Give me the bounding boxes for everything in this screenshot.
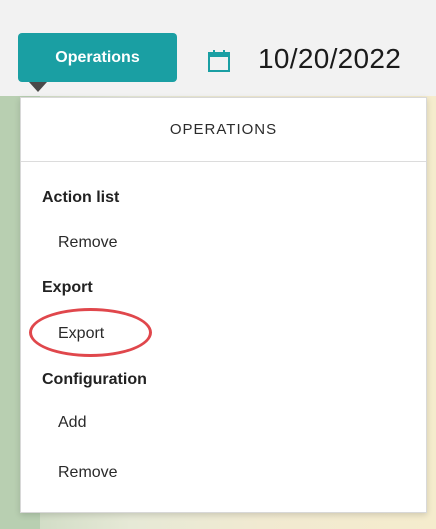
section-export-title: Export [42,279,93,296]
calendar-icon[interactable] [207,49,231,73]
configuration-add-item[interactable]: Add [58,414,86,432]
date-display[interactable]: 10/20/2022 [258,43,401,75]
dropdown-header: OPERATIONS [21,98,426,162]
top-toolbar: Operations 10/20/2022 [0,0,436,96]
highlight-circle [29,308,152,357]
configuration-remove-item[interactable]: Remove [58,464,118,482]
caret-down-icon [29,82,47,92]
action-list-remove-item[interactable]: Remove [58,234,118,252]
section-configuration-title: Configuration [42,371,147,388]
operations-dropdown: OPERATIONS Action list Remove Export Exp… [20,97,427,513]
operations-button[interactable]: Operations [18,33,177,82]
section-action-list-title: Action list [42,189,120,206]
